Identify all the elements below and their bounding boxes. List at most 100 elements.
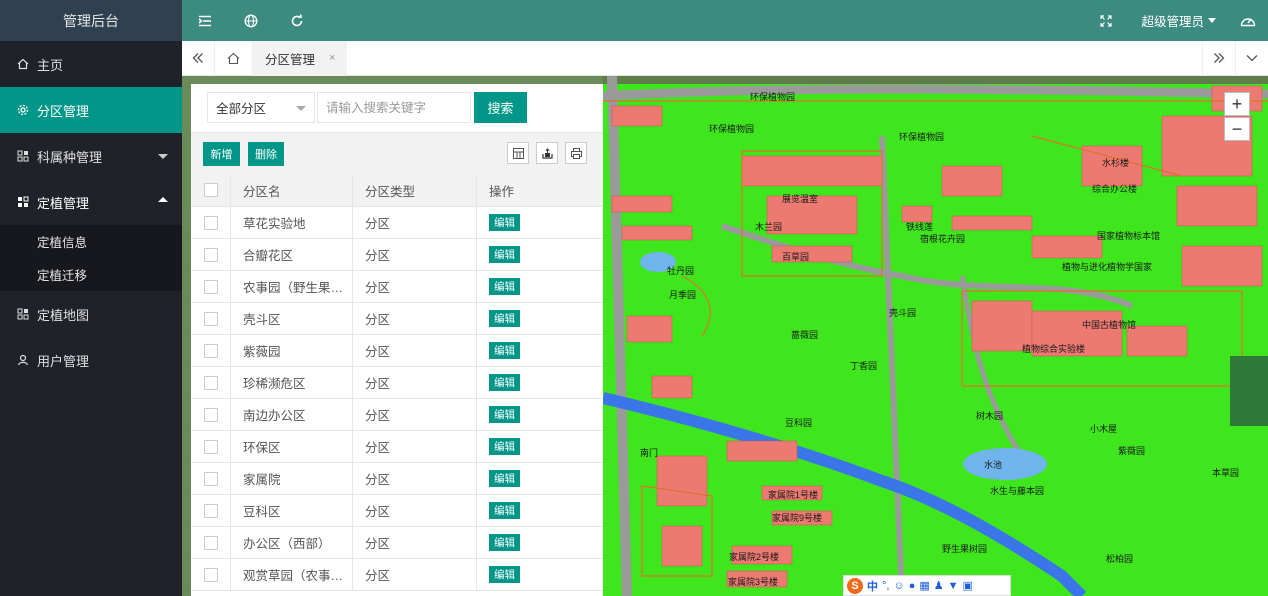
- table-row[interactable]: 合瓣花区 分区 编辑: [191, 239, 603, 271]
- theme-icon[interactable]: [1228, 0, 1268, 41]
- row-checkbox[interactable]: [203, 535, 218, 550]
- actions-cell: 编辑: [477, 271, 603, 302]
- table-row[interactable]: 家属院 分区 编辑: [191, 463, 603, 495]
- table-row[interactable]: 观赏草园（农事… 分区 编辑: [191, 559, 603, 591]
- sidebar-item-planting[interactable]: 定植管理: [0, 179, 182, 225]
- row-checkbox[interactable]: [203, 343, 218, 358]
- refresh-icon[interactable]: [274, 0, 320, 41]
- actions-cell: 编辑: [477, 367, 603, 398]
- sidebar: 管理后台 主页 分区管理 科属种管理 定植管理 定植信息 定植迁移 定植地图 用…: [0, 0, 182, 596]
- row-checkbox[interactable]: [203, 247, 218, 262]
- zoom-out-button[interactable]: −: [1224, 117, 1250, 141]
- map-label: 综合办公楼: [1092, 183, 1137, 194]
- zone-type-cell: 分区: [353, 399, 477, 430]
- close-icon[interactable]: ×: [329, 52, 335, 64]
- row-checkbox[interactable]: [203, 279, 218, 294]
- map-label: 环保植物园: [750, 91, 795, 102]
- sidebar-item-taxonomy[interactable]: 科属种管理: [0, 133, 182, 179]
- row-checkbox[interactable]: [203, 567, 218, 582]
- sidebar-item-user-management[interactable]: 用户管理: [0, 337, 182, 383]
- map-label: 木兰园: [755, 221, 782, 232]
- zone-name-cell: 观赏草园（农事…: [231, 559, 353, 590]
- zone-name-cell: 珍稀濒危区: [231, 367, 353, 398]
- columns-filter-icon[interactable]: [507, 142, 529, 164]
- row-checkbox[interactable]: [203, 439, 218, 454]
- search-button[interactable]: 搜索: [474, 92, 527, 123]
- table-row[interactable]: 草花实验地 分区 编辑: [191, 207, 603, 239]
- edit-button[interactable]: 编辑: [489, 342, 520, 359]
- user-dropdown[interactable]: 超级管理员: [1129, 11, 1228, 30]
- search-input[interactable]: [317, 92, 471, 123]
- edit-button[interactable]: 编辑: [489, 374, 520, 391]
- map-label: 松柏园: [1106, 553, 1133, 564]
- sidebar-item-zone-management[interactable]: 分区管理: [0, 87, 182, 133]
- map-label: 牡丹园: [667, 265, 694, 276]
- table-row[interactable]: 珍稀濒危区 分区 编辑: [191, 367, 603, 399]
- row-checkbox[interactable]: [203, 471, 218, 486]
- table-row[interactable]: 紫薇园 分区 编辑: [191, 335, 603, 367]
- sidebar-item-home[interactable]: 主页: [0, 41, 182, 87]
- apps-icon: [17, 150, 29, 162]
- row-checkbox[interactable]: [203, 375, 218, 390]
- zone-name-cell: 草花实验地: [231, 207, 353, 238]
- zoom-in-button[interactable]: +: [1224, 92, 1250, 116]
- zone-name: 草花实验地: [243, 217, 306, 231]
- tab-zone-management[interactable]: 分区管理 ×: [253, 40, 348, 76]
- row-checkbox[interactable]: [203, 311, 218, 326]
- submenu-item-planting-info[interactable]: 定植信息: [0, 225, 182, 258]
- submenu-item-planting-migration[interactable]: 定植迁移: [0, 258, 182, 291]
- zone-filter-select[interactable]: 全部分区: [207, 92, 315, 123]
- edit-button[interactable]: 编辑: [489, 502, 520, 519]
- zone-name-cell: 壳斗区: [231, 303, 353, 334]
- edit-button[interactable]: 编辑: [489, 470, 520, 487]
- table-row[interactable]: 环保区 分区 编辑: [191, 431, 603, 463]
- add-button[interactable]: 新增: [203, 142, 240, 166]
- edit-button[interactable]: 编辑: [489, 566, 520, 583]
- select-all-checkbox[interactable]: [203, 183, 218, 197]
- tabs-scroll-left-icon[interactable]: [182, 40, 215, 76]
- row-checkbox[interactable]: [203, 407, 218, 422]
- brand-title: 管理后台: [0, 0, 182, 41]
- row-checkbox[interactable]: [203, 503, 218, 518]
- sidebar-item-label: 定植管理: [37, 195, 90, 211]
- edit-button[interactable]: 编辑: [489, 406, 520, 423]
- globe-icon[interactable]: [228, 0, 274, 41]
- print-icon[interactable]: [565, 142, 587, 164]
- edit-button[interactable]: 编辑: [489, 438, 520, 455]
- map-label: 环保植物园: [899, 131, 944, 142]
- zone-type-cell: 分区: [353, 207, 477, 238]
- row-checkbox[interactable]: [203, 215, 218, 230]
- edit-button[interactable]: 编辑: [489, 246, 520, 263]
- row-select-cell: [191, 431, 231, 462]
- edit-button[interactable]: 编辑: [489, 310, 520, 327]
- zone-type-cell: 分区: [353, 463, 477, 494]
- tab-bar: 分区管理 ×: [182, 40, 1268, 76]
- menu-collapse-icon[interactable]: [182, 0, 228, 41]
- delete-button[interactable]: 删除: [248, 142, 284, 166]
- map-label: 百草园: [782, 251, 809, 262]
- edit-button[interactable]: 编辑: [489, 534, 520, 551]
- table-row[interactable]: 农事园（野生果… 分区 编辑: [191, 271, 603, 303]
- ime-toolbar[interactable]: S 中 °, ☺ ● ▦ ♟ ▼ ▣: [843, 575, 1011, 596]
- home-icon: [17, 58, 29, 70]
- table-row[interactable]: 豆科区 分区 编辑: [191, 495, 603, 527]
- edit-button[interactable]: 编辑: [489, 278, 520, 295]
- zone-name-cell: 农事园（野生果…: [231, 271, 353, 302]
- tabs-menu-chevron-down-icon[interactable]: [1235, 40, 1268, 76]
- edit-button[interactable]: 编辑: [489, 214, 520, 231]
- home-tab-icon[interactable]: [215, 40, 253, 76]
- fullscreen-icon[interactable]: [1083, 0, 1129, 41]
- sidebar-item-planting-map[interactable]: 定植地图: [0, 291, 182, 337]
- table-row[interactable]: 壳斗区 分区 编辑: [191, 303, 603, 335]
- row-select-cell: [191, 303, 231, 334]
- tab-label: 分区管理: [265, 52, 316, 67]
- row-select-cell: [191, 367, 231, 398]
- tabs-scroll-right-icon[interactable]: [1202, 40, 1235, 76]
- microphone-icon: ●: [908, 579, 916, 592]
- export-icon[interactable]: [536, 142, 558, 164]
- ime-mode-label: 中: [867, 580, 878, 593]
- apps-icon: [17, 308, 29, 320]
- table-row[interactable]: 南边办公区 分区 编辑: [191, 399, 603, 431]
- table-row[interactable]: 办公区（西部） 分区 编辑: [191, 527, 603, 559]
- zone-type-cell: 分区: [353, 271, 477, 302]
